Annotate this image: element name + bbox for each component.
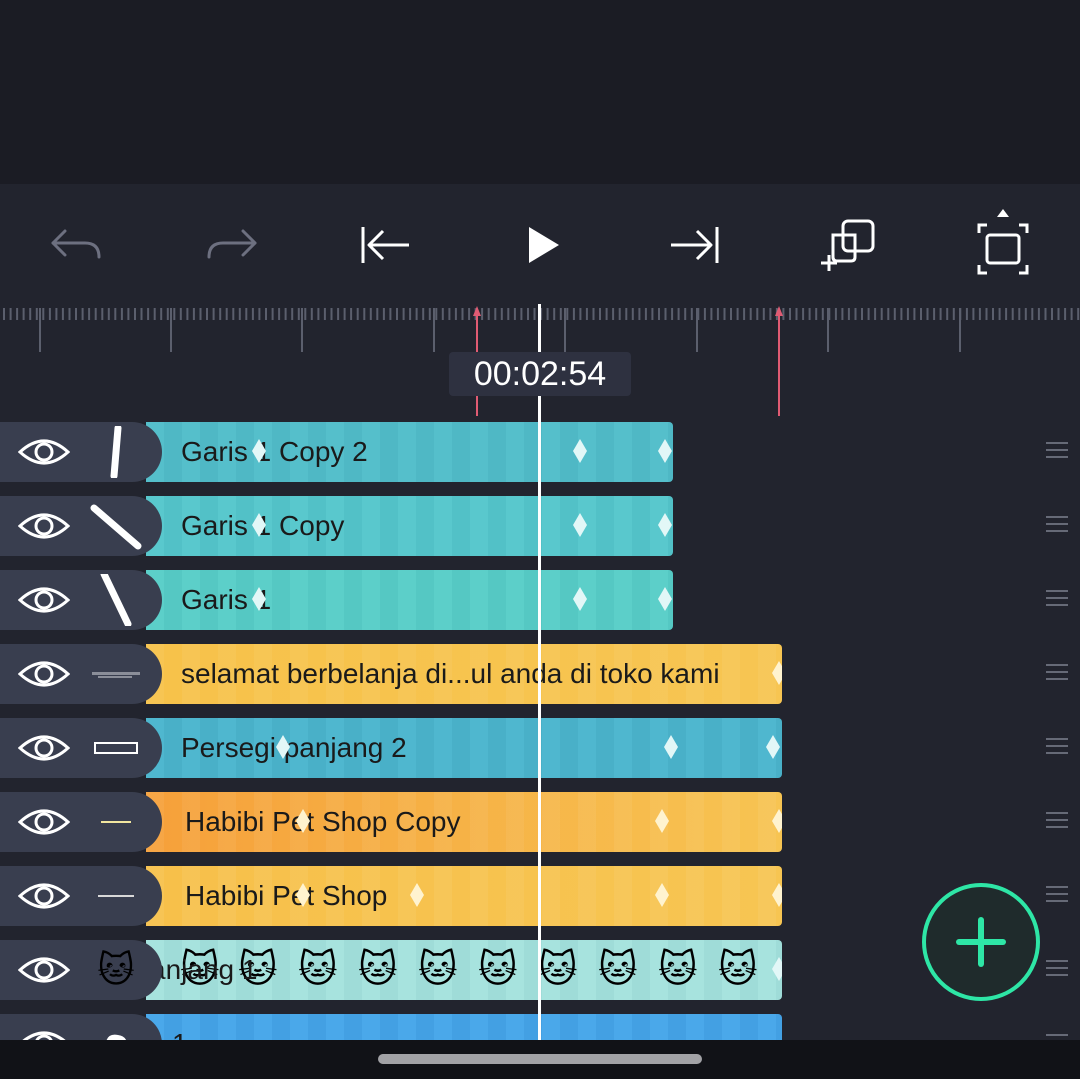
layer-header: [0, 718, 162, 778]
layer-label: Persegi panjang 2: [181, 732, 407, 763]
layer-thumbnail: [86, 796, 146, 848]
eye-icon[interactable]: [18, 654, 70, 694]
skip-to-start-icon: [361, 227, 409, 263]
drag-handle-icon[interactable]: [1046, 442, 1068, 462]
drag-handle-icon[interactable]: [1046, 886, 1068, 906]
cat-icon: 🐱: [358, 949, 398, 991]
add-layer-button[interactable]: [922, 883, 1040, 1001]
layer-header: [0, 792, 162, 852]
layer-thumbnail: [86, 426, 146, 478]
eye-icon[interactable]: [18, 728, 70, 768]
duplicate-layer-button[interactable]: [814, 210, 884, 280]
fullscreen-icon: [977, 209, 1029, 275]
layer-header: [0, 496, 162, 556]
duplicate-layer-icon: [821, 219, 875, 271]
skip-to-start-button[interactable]: [350, 210, 420, 280]
layer-label: 1: [172, 1014, 188, 1040]
keyframe-marker[interactable]: [655, 883, 669, 907]
keyframe-marker[interactable]: [766, 735, 780, 759]
cloud-icon: [86, 1018, 146, 1040]
layer-label: anjang 1: [150, 954, 258, 985]
keyframe-marker[interactable]: [772, 883, 782, 907]
keyframe-marker[interactable]: [664, 735, 678, 759]
layer-label: Garis 1 Copy 2: [181, 436, 368, 467]
layer-label: Habibi Pet Shop: [185, 880, 388, 911]
layer-clip[interactable]: Habibi Pet Shop: [146, 866, 782, 926]
layer-clip[interactable]: Habibi Pet Shop Copy: [146, 792, 782, 852]
video-preview-area: [0, 0, 1080, 184]
layer-label: Habibi Pet Shop Copy: [185, 806, 461, 837]
cat-icon: 🐱: [298, 949, 338, 991]
layer-header: 🐱: [0, 940, 162, 1000]
layer-clip[interactable]: Persegi panjang 2: [146, 718, 782, 778]
system-navigation-bar: [0, 1040, 1080, 1079]
keyframe-marker[interactable]: [573, 513, 587, 537]
keyframe-marker[interactable]: [410, 883, 424, 907]
cat-icon: 🐱: [418, 949, 458, 991]
drag-handle-icon[interactable]: [1046, 960, 1068, 980]
eye-icon[interactable]: [18, 506, 70, 546]
keyframe-marker[interactable]: [772, 809, 782, 833]
fullscreen-button[interactable]: [968, 209, 1038, 280]
keyframe-marker[interactable]: [772, 957, 782, 981]
drag-handle-icon[interactable]: [1046, 812, 1068, 832]
layer-header: [0, 1014, 162, 1040]
undo-icon: [51, 229, 101, 259]
layer-thumbnail: [86, 500, 146, 552]
layer-label: selamat berbelanja di...ul anda di toko …: [181, 658, 720, 689]
drag-handle-icon[interactable]: [1046, 738, 1068, 758]
play-button[interactable]: [508, 210, 578, 280]
keyframe-marker[interactable]: [658, 513, 672, 537]
playhead-line[interactable]: [538, 304, 541, 1040]
layer-clip[interactable]: Garis 1 Copy: [146, 496, 673, 556]
drag-handle-icon[interactable]: [1046, 516, 1068, 536]
cat-thumbnail-icon: 🐱: [97, 949, 135, 990]
eye-icon[interactable]: [18, 580, 70, 620]
eye-icon[interactable]: [18, 950, 70, 990]
layer-clip[interactable]: Garis 1: [146, 570, 673, 630]
redo-icon: [207, 229, 257, 259]
eye-icon[interactable]: [18, 1024, 70, 1040]
keyframe-marker[interactable]: [772, 661, 782, 685]
keyframe-marker[interactable]: [655, 809, 669, 833]
layer-clip[interactable]: Garis 1 Copy 2: [146, 422, 673, 482]
drag-handle-icon[interactable]: [1046, 664, 1068, 684]
keyframe-marker[interactable]: [573, 587, 587, 611]
cat-icon: 🐱: [598, 949, 638, 991]
layer-clip[interactable]: 1: [146, 1014, 782, 1040]
redo-button[interactable]: [196, 210, 266, 280]
cat-icon: 🐱: [538, 949, 578, 991]
layer-clip[interactable]: selamat berbelanja di...ul anda di toko …: [146, 644, 782, 704]
layer-header: [0, 570, 162, 630]
skip-to-end-icon: [671, 227, 719, 263]
layer-thumbnail: [86, 648, 146, 700]
play-icon: [529, 227, 559, 263]
home-gesture-bar[interactable]: [378, 1054, 702, 1064]
drag-handle-icon[interactable]: [1046, 590, 1068, 610]
keyframe-marker[interactable]: [658, 587, 672, 611]
layer-thumbnail: [86, 722, 146, 774]
undo-button[interactable]: [42, 210, 112, 280]
layer-thumbnail: [86, 870, 146, 922]
playhead-timecode: 00:02:54: [449, 352, 631, 396]
eye-icon[interactable]: [18, 876, 70, 916]
layer-header: [0, 644, 162, 704]
keyframe-marker[interactable]: [573, 439, 587, 463]
cat-icon: 🐱: [718, 949, 758, 991]
plus-icon: [956, 917, 1006, 967]
layer-thumbnail: [86, 574, 146, 626]
layer-clip[interactable]: anjang 1 🐱 🐱 🐱 🐱 🐱 🐱 🐱 🐱 🐱 🐱: [146, 940, 782, 1000]
eye-icon[interactable]: [18, 802, 70, 842]
skip-to-end-button[interactable]: [660, 210, 730, 280]
cat-icon: 🐱: [658, 949, 698, 991]
eye-icon[interactable]: [18, 432, 70, 472]
layer-header: [0, 422, 162, 482]
cat-icon: 🐱: [478, 949, 518, 991]
keyframe-marker[interactable]: [658, 439, 672, 463]
layer-header: [0, 866, 162, 926]
